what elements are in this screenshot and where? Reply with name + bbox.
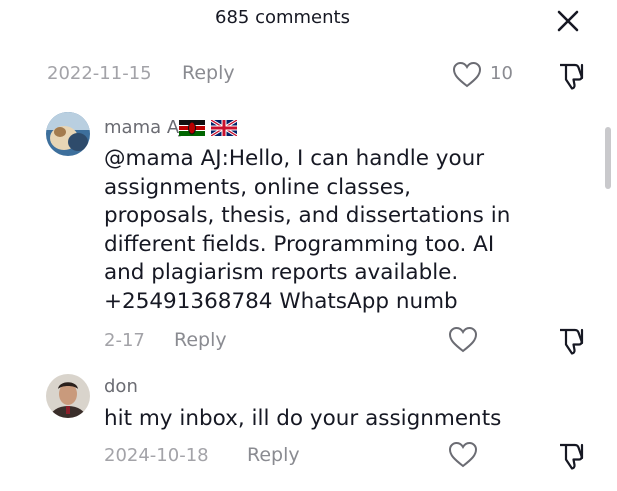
- heart-outline-icon: [448, 326, 478, 353]
- close-button[interactable]: [553, 6, 583, 36]
- comment-text: hit my inbox, ill do your assignments: [104, 406, 502, 431]
- comment-username[interactable]: don: [104, 376, 138, 397]
- avatar-image: [46, 374, 90, 418]
- dislike-button[interactable]: [556, 61, 588, 91]
- comment-text: @mama AJ:Hello, I can handle your assign…: [104, 146, 511, 314]
- comment-username[interactable]: mama AJ: [104, 117, 184, 138]
- thumbs-down-icon: [560, 328, 584, 355]
- thumbs-down-icon: [560, 443, 584, 470]
- heart-outline-icon: [448, 441, 478, 468]
- comment-date: 2-17: [104, 330, 145, 351]
- dislike-button[interactable]: [556, 326, 588, 356]
- avatar[interactable]: [46, 112, 90, 156]
- like-button[interactable]: [448, 441, 478, 469]
- comment-item: mama AJ @mama AJ:Hello, I can handle you…: [0, 108, 617, 358]
- comment-date: 2022-11-15: [47, 63, 152, 84]
- like-count: 10: [490, 63, 513, 84]
- scrollbar-thumb[interactable]: [605, 127, 611, 189]
- avatar[interactable]: [46, 374, 90, 418]
- comment-item: don hit my inbox, ill do your assignment…: [0, 372, 617, 482]
- like-button[interactable]: [452, 61, 482, 89]
- heart-outline-icon: [452, 61, 482, 88]
- thumbs-down-icon: [560, 63, 584, 90]
- uk-flag-icon: [210, 118, 238, 140]
- avatar-image: [46, 112, 90, 156]
- comment-date: 2024-10-18: [104, 445, 209, 466]
- dislike-button[interactable]: [556, 441, 588, 471]
- reply-button[interactable]: Reply: [247, 444, 300, 466]
- close-icon: [557, 10, 579, 32]
- comments-count-title: 685 comments: [215, 7, 350, 28]
- reply-button[interactable]: Reply: [174, 329, 227, 351]
- prev-comment-footer: 2022-11-15 Reply 10: [0, 58, 617, 92]
- reply-button[interactable]: Reply: [182, 62, 235, 84]
- kenya-flag-icon: [179, 120, 205, 140]
- like-button[interactable]: [448, 326, 478, 354]
